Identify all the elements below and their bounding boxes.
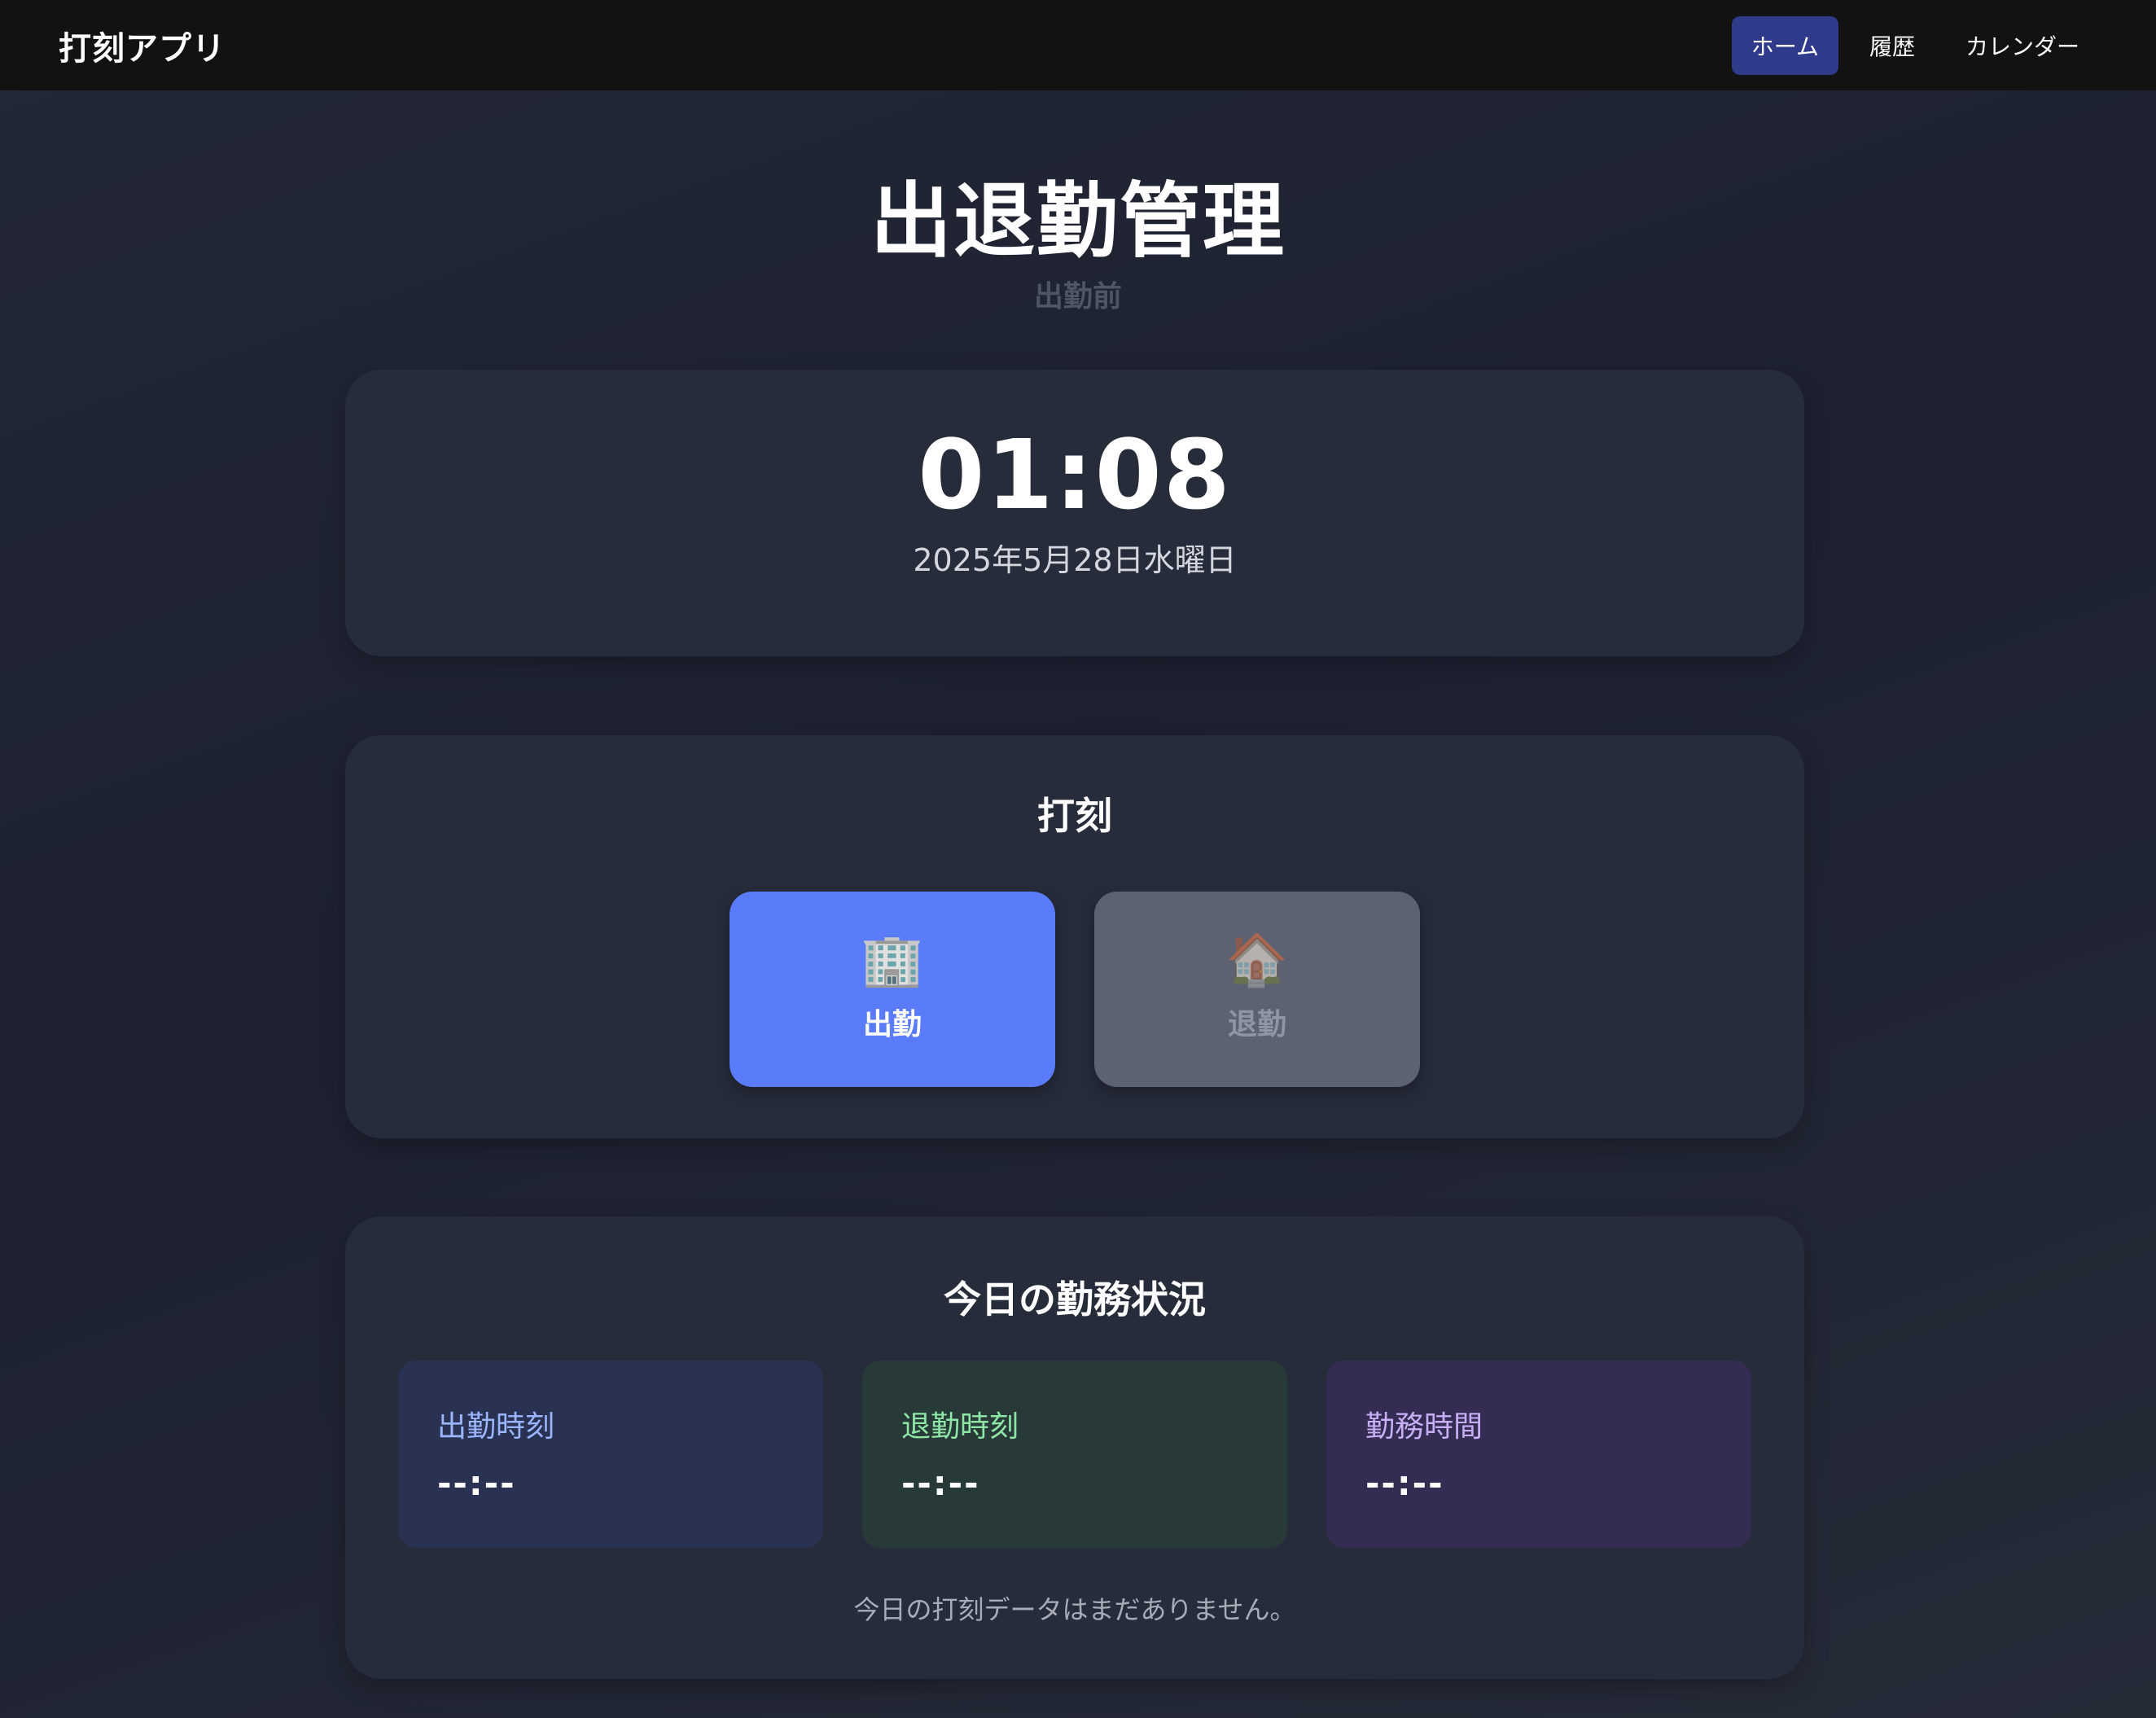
- house-icon: 🏠: [1225, 932, 1289, 988]
- clock-in-label: 出勤: [862, 1007, 922, 1041]
- main-nav: ホーム 履歴 カレンダー: [1731, 15, 2099, 75]
- clock-in-time-label: 出勤時刻: [437, 1410, 555, 1444]
- clock-in-button[interactable]: 🏢 出勤: [730, 892, 1055, 1087]
- empty-punch-message: 今日の打刻データはまだありません。: [853, 1594, 1296, 1625]
- app-brand[interactable]: 打刻アプリ: [59, 22, 226, 69]
- nav-item-home[interactable]: ホーム: [1731, 15, 1838, 75]
- clock-out-time-stat: 退勤時刻 --:--: [862, 1361, 1287, 1548]
- clock-out-time-value: --:--: [901, 1463, 980, 1503]
- nav-item-history[interactable]: 履歴: [1850, 16, 1935, 75]
- work-hours-value: --:--: [1365, 1463, 1444, 1503]
- current-time: 01:08: [918, 419, 1232, 531]
- clock-card: 01:08 2025年5月28日水曜日: [345, 370, 1804, 656]
- clock-out-button[interactable]: 🏠 退勤: [1094, 892, 1420, 1087]
- office-building-icon: 🏢: [861, 932, 924, 988]
- attendance-status: 出勤前: [1033, 280, 1122, 313]
- current-date: 2025年5月28日水曜日: [913, 542, 1237, 578]
- clock-out-time-label: 退勤時刻: [901, 1410, 1019, 1444]
- punch-title: 打刻: [1037, 794, 1112, 838]
- today-status-card: 今日の勤務状況 出勤時刻 --:-- 退勤時刻 --:-- 勤務時間 --:--…: [345, 1216, 1804, 1679]
- nav-item-calendar[interactable]: カレンダー: [1946, 16, 2099, 75]
- page-title: 出退勤管理: [870, 173, 1286, 269]
- work-hours-label: 勤務時間: [1365, 1410, 1483, 1444]
- clock-out-label: 退勤: [1227, 1007, 1286, 1041]
- punch-card: 打刻 🏢 出勤 🏠 退勤: [345, 735, 1804, 1138]
- clock-in-time-stat: 出勤時刻 --:--: [398, 1361, 823, 1548]
- work-hours-stat: 勤務時間 --:--: [1326, 1361, 1751, 1548]
- clock-in-time-value: --:--: [437, 1463, 516, 1503]
- top-navigation-bar: 打刻アプリ ホーム 履歴 カレンダー: [0, 0, 2156, 90]
- today-status-title: 今日の勤務状況: [944, 1278, 1206, 1321]
